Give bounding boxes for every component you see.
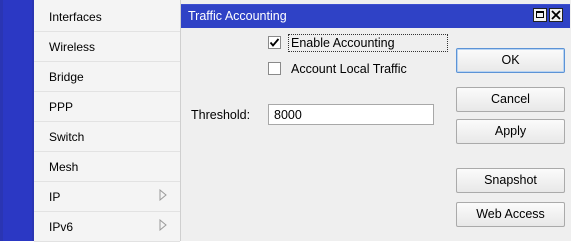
maximize-icon[interactable]: [533, 8, 547, 22]
submenu-arrow-icon: [159, 189, 167, 201]
menu-item-ppp[interactable]: PPP: [34, 92, 180, 122]
menu-item-label: Interfaces: [49, 10, 102, 24]
menu-item-label: Switch: [49, 130, 85, 144]
traffic-accounting-dialog: Traffic Accounting Enable Accounting Acc…: [181, 0, 571, 241]
close-icon[interactable]: [549, 8, 563, 22]
account-local-traffic-row[interactable]: Account Local Traffic: [268, 61, 448, 79]
menu-item-label: Bridge: [49, 70, 84, 84]
snapshot-button[interactable]: Snapshot: [456, 168, 565, 193]
submenu-arrow-icon: [159, 219, 167, 231]
enable-accounting-row[interactable]: Enable Accounting: [268, 34, 448, 53]
apply-button[interactable]: Apply: [456, 119, 565, 144]
ok-button[interactable]: OK: [456, 48, 565, 73]
menu-item-mesh[interactable]: Mesh: [34, 152, 180, 182]
checkmark-icon: [269, 38, 280, 47]
menu-item-wireless[interactable]: Wireless: [34, 32, 180, 62]
menu-item-label: Wireless: [49, 40, 96, 54]
account-local-traffic-label: Account Local Traffic: [291, 62, 407, 76]
dialog-title: Traffic Accounting: [188, 9, 287, 23]
threshold-label: Threshold:: [191, 108, 251, 122]
dialog-titlebar[interactable]: Traffic Accounting: [181, 4, 570, 28]
menu-item-ipv6[interactable]: IPv6: [34, 212, 180, 242]
menu-item-interfaces[interactable]: Interfaces: [34, 2, 180, 32]
menu-item-label: Mesh: [49, 160, 79, 174]
menu-item-label: IP: [49, 190, 61, 204]
menu-item-ip[interactable]: IP: [34, 182, 180, 212]
threshold-input[interactable]: 8000: [268, 104, 434, 125]
account-local-traffic-checkbox[interactable]: [268, 62, 281, 75]
cancel-button[interactable]: Cancel: [456, 87, 565, 112]
menu-item-switch[interactable]: Switch: [34, 122, 180, 152]
web-access-button[interactable]: Web Access: [456, 202, 565, 227]
focus-indicator: [288, 34, 448, 52]
menu-item-bridge[interactable]: Bridge: [34, 62, 180, 92]
sidebar-strip: [0, 0, 34, 241]
menu-item-label: PPP: [49, 100, 74, 114]
enable-accounting-checkbox[interactable]: [268, 36, 281, 49]
menu-item-label: IPv6: [49, 220, 74, 234]
main-menu: Interfaces Wireless Bridge PPP Switch Me…: [34, 0, 181, 242]
